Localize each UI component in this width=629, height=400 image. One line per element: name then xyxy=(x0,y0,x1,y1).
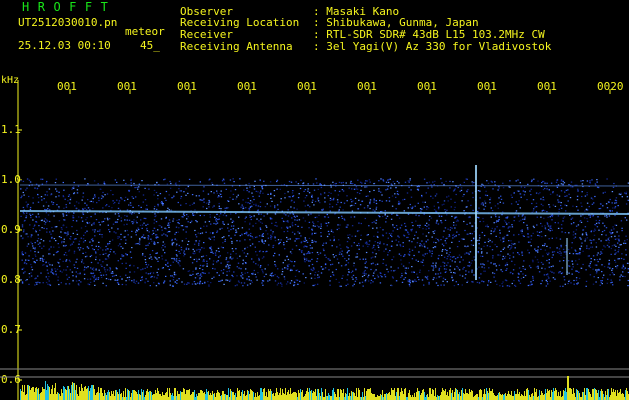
level-spike xyxy=(567,376,569,400)
spectrogram-canvas xyxy=(0,80,629,400)
noise-band xyxy=(20,178,629,287)
level-bars xyxy=(20,376,629,400)
carrier-line xyxy=(19,184,629,187)
carrier-line xyxy=(19,210,629,215)
signal-lines xyxy=(19,165,629,280)
axes xyxy=(0,80,629,400)
